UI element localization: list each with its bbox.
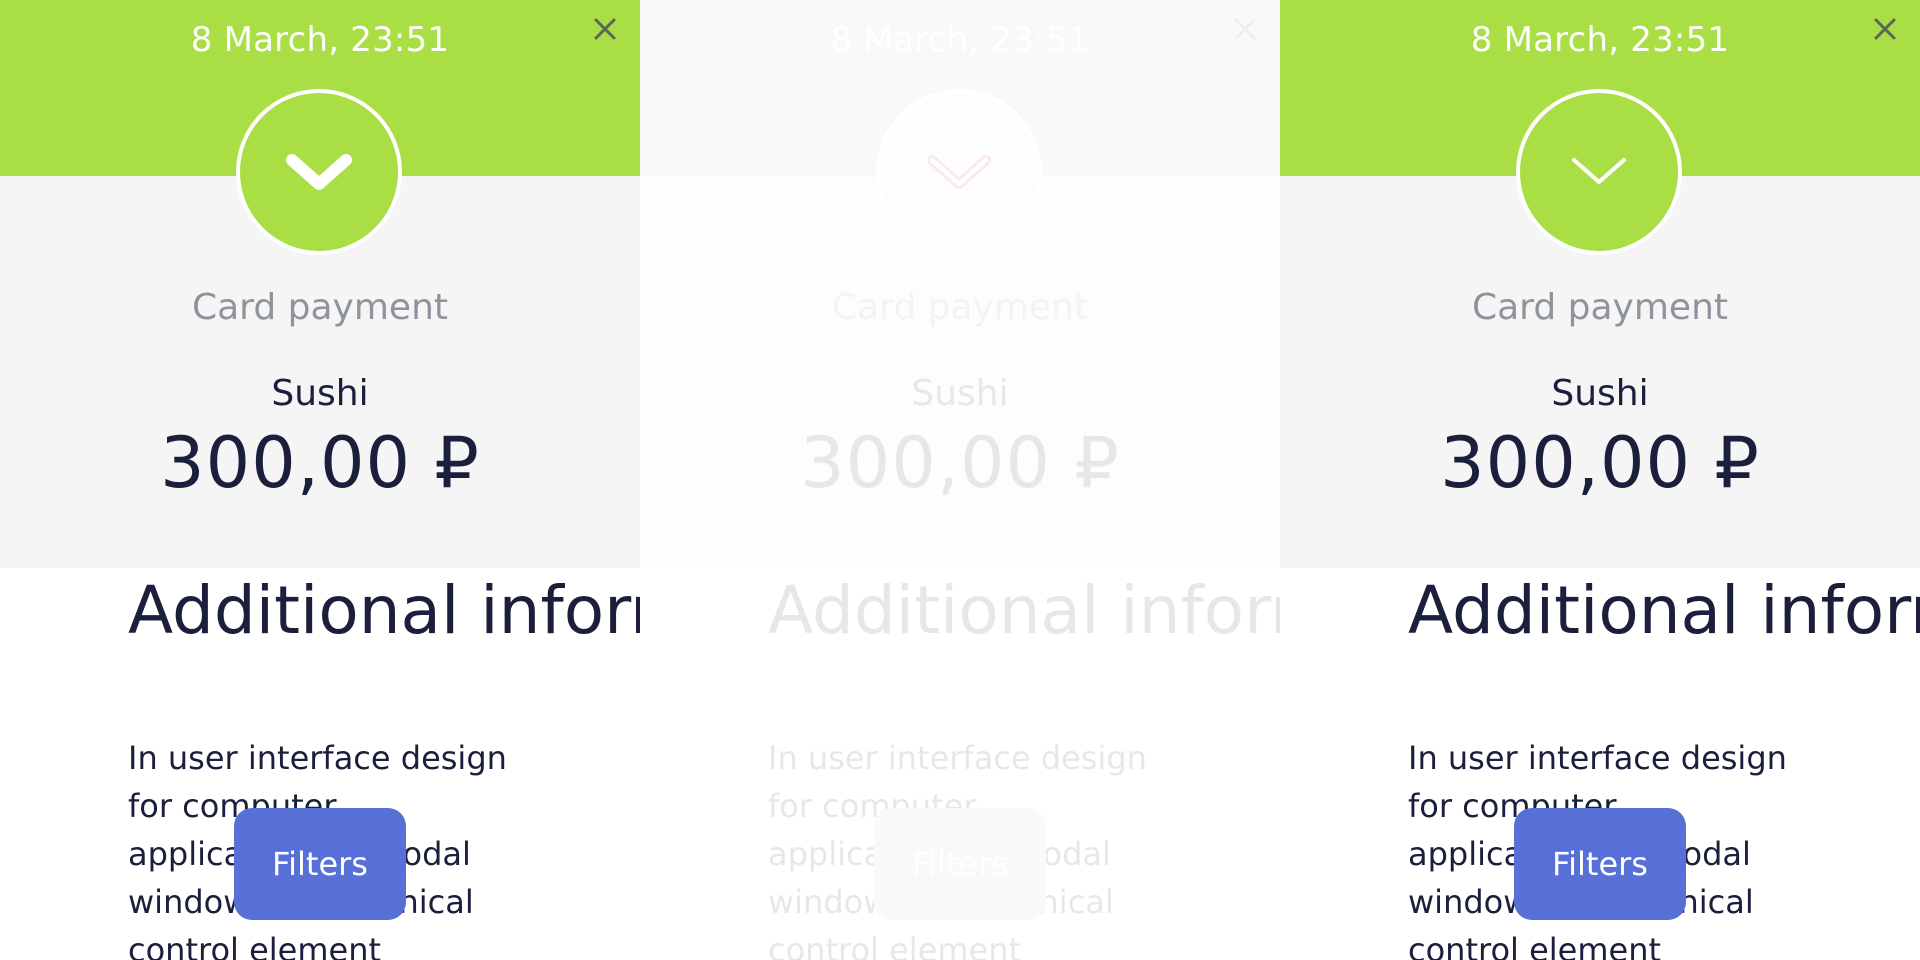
transaction-date: 8 March, 23:51 [1470, 20, 1730, 60]
transaction-date: 8 March, 23:51 [190, 20, 450, 60]
chevron-down-red-outline-icon [927, 155, 991, 189]
close-button[interactable] [1228, 12, 1262, 46]
chevron-down-bold-icon [286, 154, 352, 190]
additional-info-title: Additional information [128, 572, 640, 649]
status-badge [876, 89, 1042, 255]
merchant-name: Sushi [271, 373, 369, 414]
transaction-panel-2: 8 March, 23:51 Card payment Sushi 300,00… [640, 0, 1280, 960]
close-icon [1234, 18, 1256, 40]
transaction-panel-1: 8 March, 23:51 Card payment Sushi 300,00… [0, 0, 640, 960]
frames-stage: 8 March, 23:51 Card payment Sushi 300,00… [0, 0, 1920, 960]
merchant-name: Sushi [1551, 373, 1649, 414]
close-button[interactable] [1868, 12, 1902, 46]
chevron-down-thin-icon [1572, 158, 1626, 184]
payment-amount: 300,00 ₽ [160, 422, 480, 504]
close-icon [594, 18, 616, 40]
payment-amount: 300,00 ₽ [800, 422, 1120, 504]
status-badge [1516, 89, 1682, 255]
payment-type: Card payment [1471, 287, 1729, 328]
payment-type: Card payment [191, 287, 449, 328]
close-button[interactable] [588, 12, 622, 46]
filters-button[interactable]: Filters [1514, 808, 1686, 920]
additional-info-title: Additional information [768, 572, 1280, 649]
additional-info-title: Additional information [1408, 572, 1920, 649]
payment-amount: 300,00 ₽ [1440, 422, 1760, 504]
status-badge [236, 89, 402, 255]
transaction-date: 8 March, 23:51 [830, 20, 1090, 60]
transaction-panel-3: 8 March, 23:51 Card payment Sushi 300,00… [1280, 0, 1920, 960]
payment-type: Card payment [831, 287, 1089, 328]
filters-button[interactable]: Filters [234, 808, 406, 920]
close-icon [1874, 18, 1896, 40]
filters-button[interactable]: Filters [874, 808, 1046, 920]
merchant-name: Sushi [911, 373, 1009, 414]
